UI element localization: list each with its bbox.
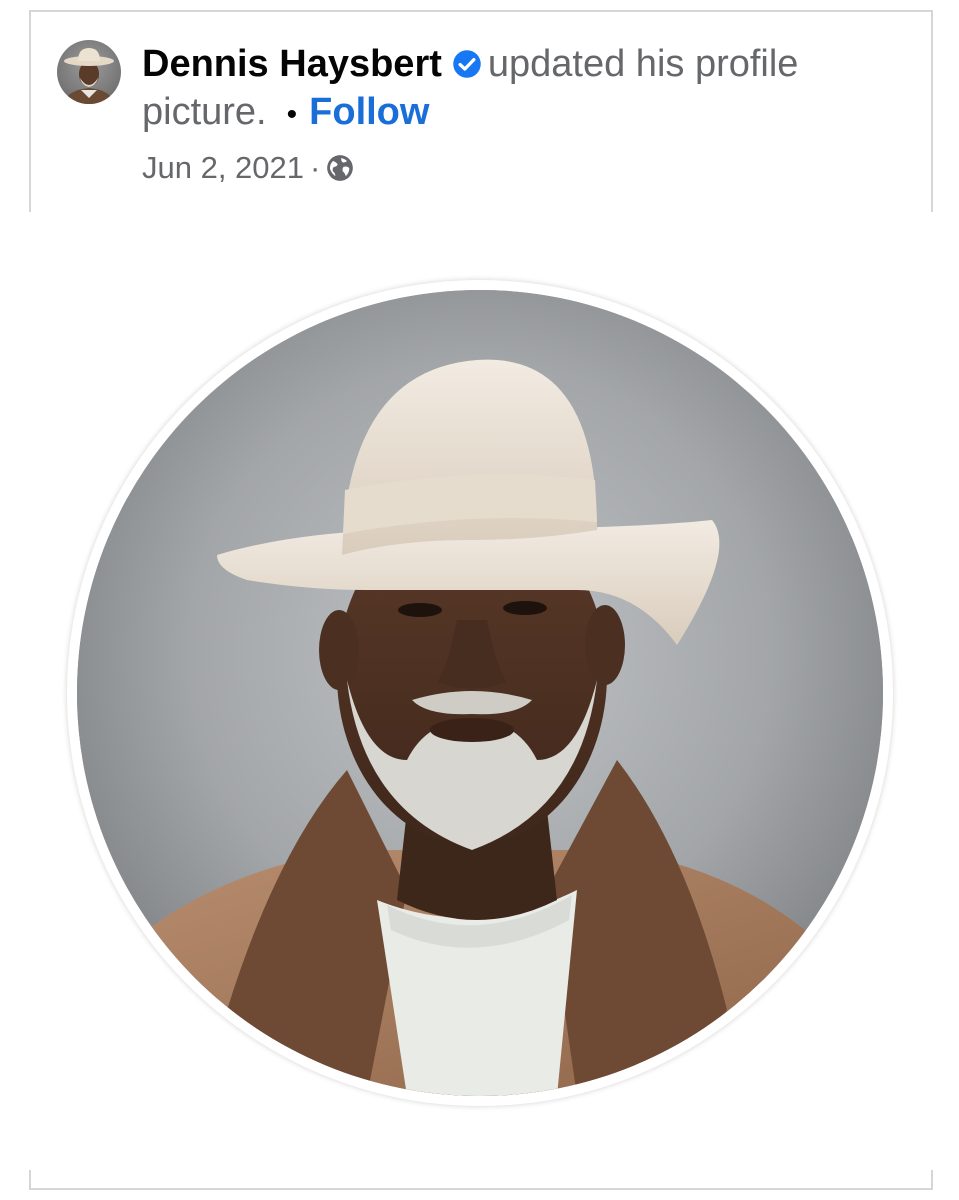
card-border-top (29, 10, 933, 12)
post-card: Dennis Haysbert updated his profile pictu… (29, 10, 933, 1190)
verified-badge-icon (453, 50, 481, 78)
card-border-left (29, 10, 31, 212)
card-border-bottom (29, 1188, 933, 1190)
card-border-right (931, 10, 933, 212)
follow-button[interactable]: Follow (309, 91, 429, 133)
card-border-bottom-left (29, 1170, 31, 1190)
globe-icon[interactable] (326, 154, 354, 182)
profile-photo-frame (67, 280, 893, 1106)
avatar-portrait-icon (63, 48, 115, 104)
profile-photo[interactable] (77, 290, 883, 1096)
post-date[interactable]: Jun 2, 2021 (142, 150, 304, 185)
author-name-link[interactable]: Dennis Haysbert (142, 43, 442, 85)
author-avatar[interactable] (57, 40, 121, 104)
post-header: Dennis Haysbert updated his profile pictu… (142, 40, 902, 139)
header-separator: • (286, 98, 298, 131)
card-border-bottom-right (931, 1170, 933, 1190)
post-meta: Jun 2, 2021 · (142, 148, 354, 188)
portrait-illustration (77, 290, 883, 1096)
meta-separator: · (310, 150, 321, 185)
